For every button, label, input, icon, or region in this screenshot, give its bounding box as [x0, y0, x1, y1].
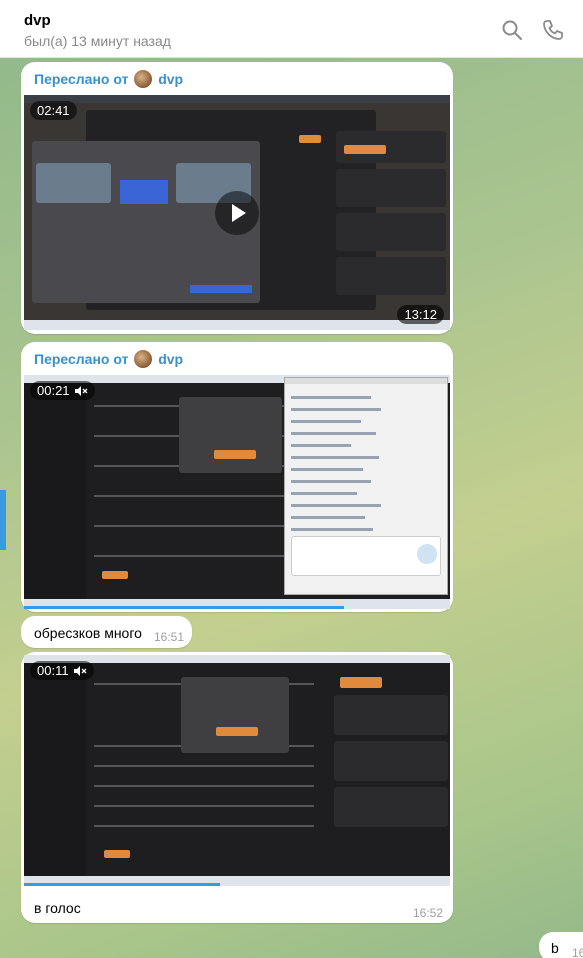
forward-name: dvp [158, 351, 184, 367]
screen-explorer-window [284, 377, 448, 595]
screen-row [94, 785, 314, 787]
muted-speaker-icon[interactable] [73, 665, 87, 677]
screen-dialog [181, 677, 289, 753]
forward-label: Переслано от [34, 351, 129, 367]
screen-orange-button [214, 450, 256, 459]
screen-orange-button [102, 571, 128, 579]
avatar [134, 350, 153, 368]
screen-card [336, 257, 446, 295]
message-outgoing[interactable]: b 16 [539, 932, 583, 958]
chat-header: dvp был(а) 13 минут назад [0, 0, 583, 58]
screen-orange-button [104, 850, 130, 858]
last-seen-status: был(а) 13 минут назад [24, 33, 171, 49]
screen-card [334, 787, 448, 827]
video-position-badge: 00:21 [30, 381, 95, 400]
screen-row [94, 495, 284, 497]
screen-orange-button [216, 727, 258, 736]
message-time: 16:52 [413, 906, 444, 920]
video-player[interactable]: 00:21 [24, 375, 450, 609]
screen-thumb [36, 163, 111, 203]
screen-taskbar [24, 320, 450, 330]
video-position-badge: 00:11 [30, 661, 94, 680]
screen-orange-button [299, 135, 321, 143]
video-position: 00:21 [37, 383, 70, 398]
screen-card [334, 695, 448, 735]
message-forwarded-video[interactable]: Переслано от dvp 00:21 [21, 342, 453, 612]
video-position-badge: 02:41 [30, 101, 77, 120]
forwarded-from[interactable]: Переслано от dvp [34, 350, 183, 368]
screen-blue-block [190, 285, 252, 293]
screen-row [94, 525, 284, 527]
screen-titlebar [24, 95, 450, 103]
search-icon[interactable] [501, 19, 523, 41]
playback-progress-bar [24, 883, 220, 886]
message-caption: в голос [34, 900, 81, 916]
message-text[interactable]: обресзков много 16:51 [21, 616, 192, 648]
muted-speaker-icon[interactable] [74, 385, 88, 397]
message-forwarded-video[interactable]: Переслано от dvp 02:41 13:12 [21, 62, 453, 334]
screen-orange-button [340, 677, 382, 688]
phone-icon[interactable] [542, 19, 564, 41]
playback-progress-bar [24, 606, 344, 609]
chat-title[interactable]: dvp [24, 12, 51, 29]
screen-sidebar [24, 663, 86, 876]
avatar [134, 70, 153, 88]
message-text-content: b [551, 940, 559, 956]
screen-row [94, 825, 314, 827]
forward-label: Переслано от [34, 71, 129, 87]
message-time: 16:51 [154, 630, 185, 644]
screen-sidebar [24, 383, 86, 599]
screen-row [94, 765, 314, 767]
screen-row [94, 805, 314, 807]
screen-card [336, 213, 446, 251]
forward-name: dvp [158, 71, 184, 87]
message-time: 16 [572, 946, 583, 958]
screen-row [94, 555, 284, 557]
message-text-content: обресзков много [34, 625, 142, 641]
screen-card [334, 741, 448, 781]
scroll-indicator [0, 490, 6, 550]
screen-blue-block [120, 180, 168, 204]
screen-orange-button [344, 145, 386, 154]
video-player[interactable]: 00:11 [24, 655, 450, 886]
message-video-caption[interactable]: 00:11 в голос 16:52 [21, 652, 453, 923]
forwarded-from[interactable]: Переслано от dvp [34, 70, 183, 88]
video-duration: 13:12 [397, 305, 444, 324]
screen-card [336, 169, 446, 207]
screen-dialog [179, 397, 282, 473]
video-position: 00:11 [37, 663, 69, 678]
video-position: 02:41 [37, 103, 70, 118]
play-icon[interactable] [215, 190, 259, 235]
video-player[interactable]: 02:41 13:12 [24, 95, 450, 330]
